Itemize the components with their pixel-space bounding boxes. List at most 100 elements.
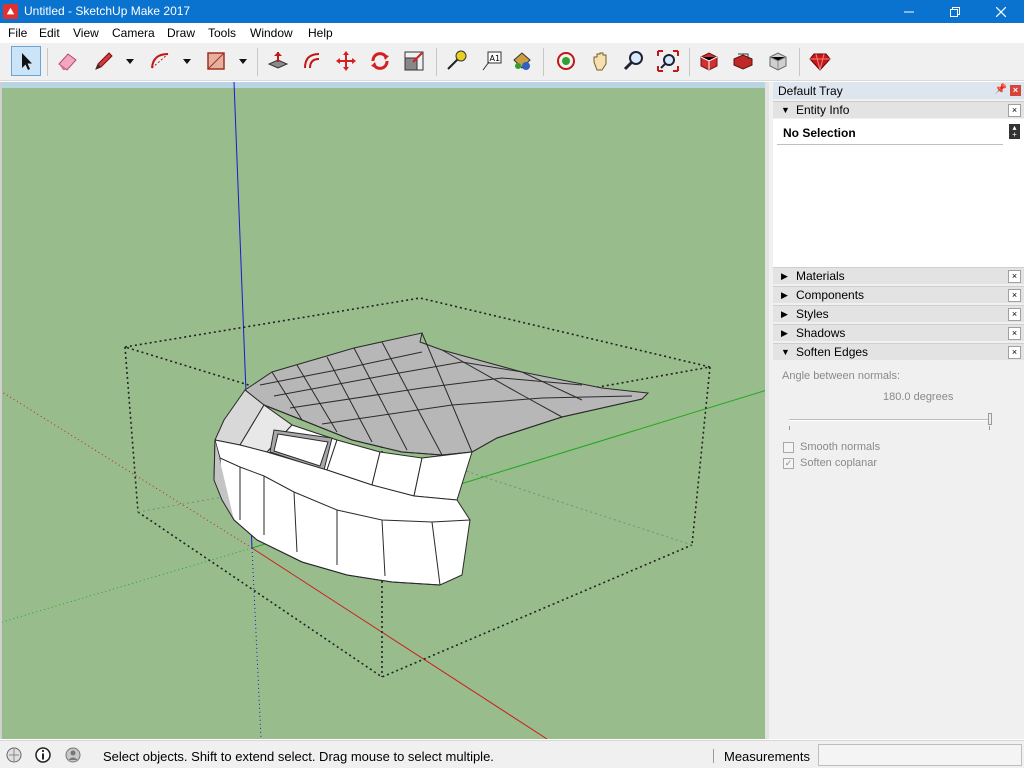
paint-bucket-tool-button[interactable] bbox=[507, 46, 537, 76]
zoom-extents-tool-button[interactable] bbox=[653, 46, 683, 76]
soften-coplanar-checkbox[interactable]: ✓ bbox=[783, 458, 794, 469]
menu-help[interactable]: Help bbox=[308, 25, 333, 41]
zoom-extents-icon bbox=[657, 50, 679, 72]
zoom-tool-button[interactable] bbox=[619, 46, 649, 76]
menu-draw[interactable]: Draw bbox=[167, 25, 195, 41]
minimize-icon bbox=[904, 11, 914, 12]
collapse-arrow-icon: ▼ bbox=[781, 347, 790, 357]
angle-slider-track[interactable] bbox=[789, 419, 989, 421]
share-model-icon bbox=[733, 53, 753, 70]
scale-icon bbox=[404, 51, 424, 71]
menu-bar: File Edit View Camera Draw Tools Window … bbox=[0, 23, 1024, 43]
materials-header[interactable]: ▶ Materials × bbox=[773, 267, 1024, 284]
soften-edges-header[interactable]: ▼ Soften Edges × bbox=[773, 343, 1024, 360]
orbit-tool-button[interactable] bbox=[551, 46, 581, 76]
menu-window[interactable]: Window bbox=[250, 25, 293, 41]
shadows-close-button[interactable]: × bbox=[1008, 327, 1021, 340]
angle-label: Angle between normals: bbox=[782, 370, 901, 382]
push-pull-tool-button[interactable] bbox=[263, 46, 293, 76]
ruby-console-tool-button[interactable] bbox=[805, 46, 835, 76]
pan-tool-button[interactable] bbox=[585, 46, 615, 76]
rectangle-tool-button[interactable] bbox=[201, 46, 231, 76]
green-axis-negative bbox=[2, 547, 253, 623]
components-header[interactable]: ▶ Components × bbox=[773, 286, 1024, 303]
ruby-gem-icon bbox=[809, 53, 831, 71]
arc-tool-button[interactable] bbox=[145, 46, 175, 76]
window-title: Untitled - SketchUp Make 2017 bbox=[24, 4, 191, 18]
eraser-tool-button[interactable] bbox=[52, 46, 82, 76]
entity-info-header[interactable]: ▼ Entity Info × bbox=[773, 101, 1024, 118]
restore-icon bbox=[950, 6, 960, 17]
scene-canvas bbox=[2, 82, 765, 739]
expand-arrow-icon: ▶ bbox=[781, 309, 788, 319]
magnifier-icon bbox=[623, 51, 643, 71]
status-bar: Select objects. Shift to extend select. … bbox=[0, 740, 1024, 768]
text-label-icon: A1 bbox=[482, 51, 502, 71]
soften-edges-label: Soften Edges bbox=[796, 345, 869, 359]
blue-axis-negative bbox=[251, 547, 262, 739]
menu-edit[interactable]: Edit bbox=[39, 25, 60, 41]
menu-camera[interactable]: Camera bbox=[112, 25, 155, 41]
extension-warehouse-icon bbox=[769, 52, 787, 71]
close-button[interactable] bbox=[978, 0, 1024, 23]
shadows-header[interactable]: ▶ Shadows × bbox=[773, 324, 1024, 341]
smooth-normals-checkbox[interactable] bbox=[783, 442, 794, 453]
sketchup-logo-icon bbox=[3, 4, 18, 19]
styles-header[interactable]: ▶ Styles × bbox=[773, 305, 1024, 322]
components-label: Components bbox=[796, 288, 865, 302]
tray-close-button[interactable]: × bbox=[1010, 85, 1021, 96]
large-toolset-toolbar: A1 bbox=[0, 43, 1024, 81]
styles-close-button[interactable]: × bbox=[1008, 308, 1021, 321]
chevron-down-icon[interactable] bbox=[182, 56, 192, 66]
materials-close-button[interactable]: × bbox=[1008, 270, 1021, 283]
title-bar: Untitled - SketchUp Make 2017 bbox=[0, 0, 1024, 23]
shadows-label: Shadows bbox=[796, 326, 846, 340]
maximize-button[interactable] bbox=[932, 0, 978, 23]
3d-warehouse-tool-button[interactable] bbox=[694, 46, 724, 76]
menu-tools[interactable]: Tools bbox=[208, 25, 236, 41]
menu-file[interactable]: File bbox=[8, 25, 27, 41]
chevron-down-icon[interactable] bbox=[125, 56, 135, 66]
rectangle-icon bbox=[207, 52, 225, 70]
user-account-icon[interactable] bbox=[65, 747, 81, 763]
extension-warehouse-tool-button[interactable] bbox=[763, 46, 793, 76]
soften-edges-close-button[interactable]: × bbox=[1008, 346, 1021, 359]
components-close-button[interactable]: × bbox=[1008, 289, 1021, 302]
entity-info-panel: No Selection ▴ + bbox=[773, 119, 1024, 267]
pin-icon[interactable]: 📌 bbox=[995, 84, 1007, 95]
offset-tool-button[interactable] bbox=[297, 46, 327, 76]
minimize-button[interactable] bbox=[886, 0, 932, 23]
rotate-icon bbox=[371, 52, 389, 70]
chevron-down-icon[interactable] bbox=[238, 56, 248, 66]
text-tool-button[interactable]: A1 bbox=[476, 46, 506, 76]
modeling-viewport[interactable] bbox=[0, 82, 765, 739]
orbit-icon bbox=[557, 52, 575, 70]
scale-tool-button[interactable] bbox=[399, 46, 429, 76]
push-pull-icon bbox=[267, 52, 289, 69]
tape-measure-icon bbox=[447, 50, 467, 70]
entity-info-close-button[interactable]: × bbox=[1008, 104, 1021, 117]
tape-measure-tool-button[interactable] bbox=[441, 46, 471, 76]
toggle-details-icon[interactable]: ▴ + bbox=[1009, 124, 1020, 139]
collapse-arrow-icon: ▼ bbox=[781, 105, 790, 115]
pencil-tool-button[interactable] bbox=[88, 46, 118, 76]
move-icon bbox=[336, 51, 356, 71]
expand-arrow-icon: ▶ bbox=[781, 328, 788, 338]
credits-info-icon[interactable] bbox=[35, 747, 51, 763]
measurements-input[interactable] bbox=[818, 744, 1022, 766]
hood-model bbox=[213, 332, 650, 586]
pan-hand-icon bbox=[593, 52, 607, 71]
offset-icon bbox=[304, 53, 320, 69]
pencil-icon bbox=[95, 52, 113, 70]
menu-view[interactable]: View bbox=[73, 25, 99, 41]
move-tool-button[interactable] bbox=[331, 46, 361, 76]
materials-label: Materials bbox=[796, 269, 845, 283]
geo-location-icon[interactable] bbox=[6, 747, 22, 763]
select-tool-button[interactable] bbox=[11, 46, 41, 76]
tray-title: Default Tray bbox=[778, 84, 843, 98]
rotate-tool-button[interactable] bbox=[365, 46, 395, 76]
styles-label: Styles bbox=[796, 307, 829, 321]
share-model-tool-button[interactable] bbox=[728, 46, 758, 76]
angle-slider-thumb[interactable] bbox=[988, 413, 992, 425]
svg-text:A1: A1 bbox=[490, 54, 501, 63]
